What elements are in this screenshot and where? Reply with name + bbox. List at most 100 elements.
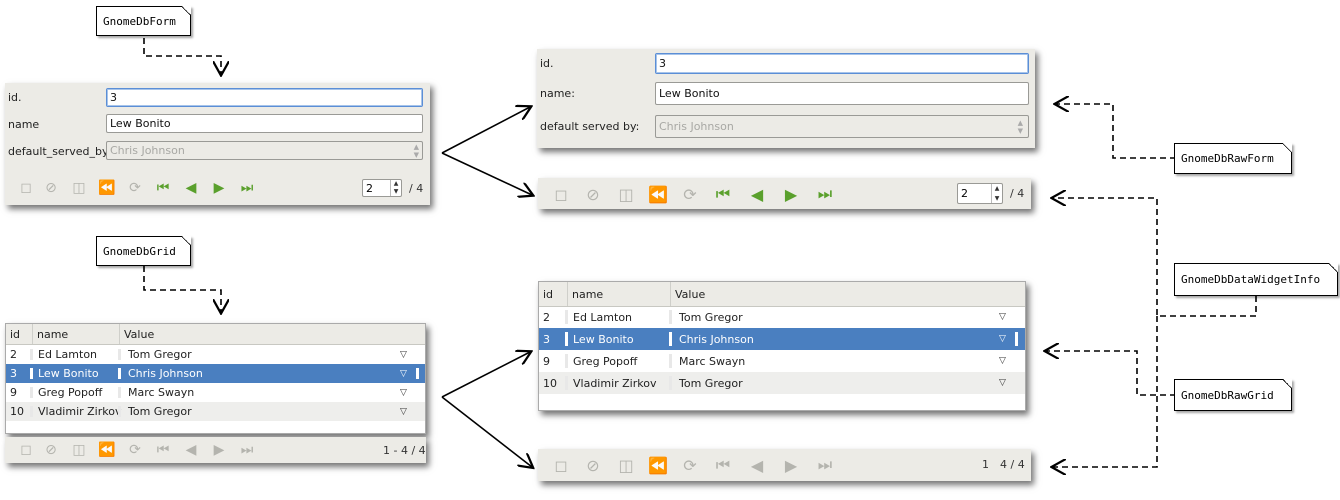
large-form-panel: id. 3 name: Lew Bonito default served by… xyxy=(537,49,1035,148)
new-icon[interactable]: ◻ xyxy=(546,185,576,204)
row-spinner[interactable]: 2 ▲ ▼ xyxy=(957,183,1003,204)
reset-icon[interactable]: ⟳ xyxy=(121,442,149,458)
save-icon[interactable]: ⏪ xyxy=(93,180,121,196)
spin-value: 2 xyxy=(366,181,373,195)
spin-value: 2 xyxy=(961,187,968,200)
spin-arrows-icon[interactable]: ▲ ▼ xyxy=(390,180,401,196)
row-spinner[interactable]: 2 ▲ ▼ xyxy=(362,179,402,197)
next-icon[interactable]: ▶ xyxy=(774,456,808,475)
cell-name[interactable]: Ed Lamton xyxy=(34,345,97,364)
column-header-value[interactable]: Value xyxy=(671,282,1025,306)
last-icon[interactable]: ⏭ xyxy=(233,180,261,196)
callout-label: GnomeDbRawForm xyxy=(1181,152,1274,165)
row-count-total: 4 / 4 xyxy=(1000,458,1025,471)
cell-name[interactable]: Greg Popoff xyxy=(34,383,102,402)
new-icon[interactable]: ◻ xyxy=(15,442,37,458)
served-by-combo[interactable]: Chris Johnson ▲ ▼ xyxy=(655,115,1029,138)
row-total: / 4 xyxy=(1010,187,1025,200)
spin-arrows-icon[interactable]: ▲ ▼ xyxy=(991,184,1002,203)
table-row[interactable]: 10 Vladimir Zirkov Tom Gregor ▽ xyxy=(539,372,1025,394)
cell-name[interactable]: Lew Bonito xyxy=(569,328,634,350)
chevron-down-icon[interactable]: ▽ xyxy=(400,364,407,383)
cell-edge-marker xyxy=(669,354,672,368)
cell-name[interactable]: Ed Lamton xyxy=(569,306,632,328)
column-header-name[interactable]: name xyxy=(568,282,671,306)
new-icon[interactable]: ◻ xyxy=(546,456,576,475)
new-icon[interactable]: ◻ xyxy=(15,180,37,196)
cancel-icon[interactable]: ⊘ xyxy=(37,180,65,196)
cell-edge-marker xyxy=(30,386,33,399)
first-icon[interactable]: ⏮ xyxy=(149,442,177,458)
save-icon[interactable]: ⏪ xyxy=(642,456,674,475)
table-row[interactable]: 2 Ed Lamton Tom Gregor ▽ xyxy=(539,306,1025,328)
chevron-down-icon[interactable]: ▽ xyxy=(999,350,1006,372)
save-icon[interactable]: ⏪ xyxy=(93,442,121,458)
cell-name[interactable]: Greg Popoff xyxy=(569,350,637,372)
cell-value[interactable]: Tom Gregor xyxy=(124,345,192,364)
table-row[interactable]: 3 Lew Bonito Chris Johnson ▽ xyxy=(6,364,425,383)
next-icon[interactable]: ▶ xyxy=(205,442,233,458)
gnomedbdatawidgetinfo-callout: GnomeDbDataWidgetInfo xyxy=(1174,263,1338,296)
chevron-updown-icon: ▲ ▼ xyxy=(413,142,419,159)
cell-value[interactable]: Chris Johnson xyxy=(675,328,754,350)
id-field[interactable]: 3 xyxy=(106,88,423,107)
column-header-name[interactable]: name xyxy=(33,324,120,344)
cell-name[interactable]: Vladimir Zirkov xyxy=(569,372,656,394)
chevron-updown-icon: ▲ ▼ xyxy=(1017,118,1023,135)
reset-icon[interactable]: ⟳ xyxy=(121,180,149,196)
prev-icon[interactable]: ◀ xyxy=(177,442,205,458)
column-header-id[interactable]: id xyxy=(6,324,33,344)
table-row[interactable]: 9 Greg Popoff Marc Swayn ▽ xyxy=(539,350,1025,372)
table-row[interactable]: 9 Greg Popoff Marc Swayn ▽ xyxy=(6,383,425,402)
cell-edge-marker xyxy=(118,367,121,380)
cancel-icon[interactable]: ⊘ xyxy=(576,185,610,204)
next-icon[interactable]: ▶ xyxy=(205,180,233,196)
cell-id: 9 xyxy=(10,386,17,399)
cell-name[interactable]: Vladimir Zirkov xyxy=(34,402,121,421)
table-row[interactable]: 3 Lew Bonito Chris Johnson ▽ xyxy=(539,328,1025,350)
chevron-down-icon[interactable]: ▽ xyxy=(400,345,407,364)
chevron-down-icon[interactable]: ▽ xyxy=(999,372,1006,394)
reset-icon[interactable]: ⟳ xyxy=(674,185,706,204)
cancel-icon[interactable]: ⊘ xyxy=(576,456,610,475)
id-field[interactable]: 3 xyxy=(655,53,1029,74)
cell-edge-marker xyxy=(669,310,672,324)
delete-icon[interactable]: ◫ xyxy=(610,456,642,475)
next-icon[interactable]: ▶ xyxy=(774,185,808,204)
table-row[interactable]: 2 Ed Lamton Tom Gregor ▽ xyxy=(6,345,425,364)
cell-value[interactable]: Marc Swayn xyxy=(675,350,745,372)
cell-value[interactable]: Tom Gregor xyxy=(124,402,192,421)
cell-value[interactable]: Chris Johnson xyxy=(124,364,203,383)
cell-name[interactable]: Lew Bonito xyxy=(34,364,99,383)
cell-value[interactable]: Marc Swayn xyxy=(124,383,194,402)
last-icon[interactable]: ⏭ xyxy=(808,184,842,204)
delete-icon[interactable]: ◫ xyxy=(65,180,93,196)
chevron-down-icon[interactable]: ▽ xyxy=(999,328,1006,350)
column-header-value[interactable]: Value xyxy=(120,324,425,344)
last-icon[interactable]: ⏭ xyxy=(808,455,842,475)
row-count: 1 - 4 / 4 xyxy=(383,444,426,457)
delete-icon[interactable]: ◫ xyxy=(610,185,642,204)
table-row[interactable]: 10 Vladimir Zirkov Tom Gregor ▽ xyxy=(6,402,425,421)
name-field[interactable]: Lew Bonito xyxy=(655,82,1029,105)
delete-icon[interactable]: ◫ xyxy=(65,442,93,458)
served-by-combo[interactable]: Chris Johnson ▲ ▼ xyxy=(106,141,423,160)
chevron-down-icon[interactable]: ▽ xyxy=(999,306,1006,328)
first-icon[interactable]: ⏮ xyxy=(706,184,740,204)
first-icon[interactable]: ⏮ xyxy=(706,455,740,475)
cell-value[interactable]: Tom Gregor xyxy=(675,306,743,328)
first-icon[interactable]: ⏮ xyxy=(149,180,177,196)
last-icon[interactable]: ⏭ xyxy=(233,442,261,458)
save-icon[interactable]: ⏪ xyxy=(642,185,674,204)
reset-icon[interactable]: ⟳ xyxy=(674,456,706,475)
column-header-id[interactable]: id xyxy=(539,282,568,306)
cancel-icon[interactable]: ⊘ xyxy=(37,442,65,458)
prev-icon[interactable]: ◀ xyxy=(740,456,774,475)
prev-icon[interactable]: ◀ xyxy=(177,180,205,196)
prev-icon[interactable]: ◀ xyxy=(740,185,774,204)
grid-header: id name Value xyxy=(6,324,425,345)
name-field[interactable]: Lew Bonito xyxy=(106,114,423,133)
chevron-down-icon[interactable]: ▽ xyxy=(400,383,407,402)
chevron-down-icon[interactable]: ▽ xyxy=(400,402,407,421)
cell-value[interactable]: Tom Gregor xyxy=(675,372,743,394)
